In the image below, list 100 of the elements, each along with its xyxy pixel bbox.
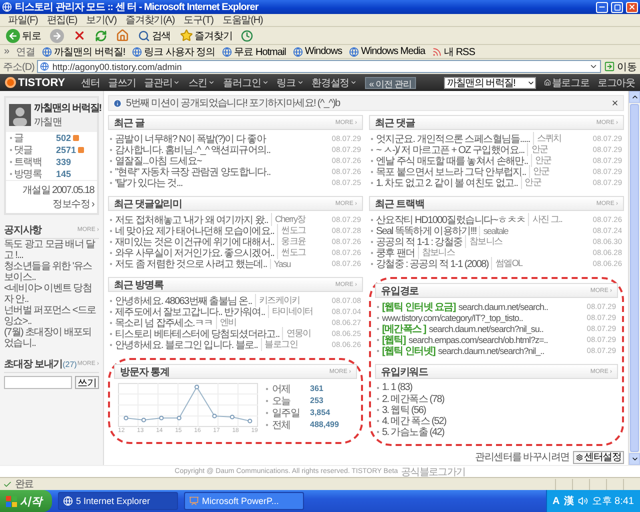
taskbar-button[interactable]: Microsoft PowerP... xyxy=(184,492,304,510)
link-item[interactable]: Windows Media xyxy=(348,46,426,57)
entry-link[interactable]: 와우 사무실이 저거인가요. 좋으시겠어.. xyxy=(115,246,274,260)
entry-link[interactable]: 5. 가슴노출 (42) xyxy=(382,424,444,438)
entry-link[interactable]: 저도 접처해놓고 '내가 왜 여기까지 왔.. xyxy=(115,212,268,226)
invite-field[interactable] xyxy=(4,376,72,389)
nav-item[interactable]: 스킨 xyxy=(188,76,216,90)
menu-item[interactable]: 편집(E) xyxy=(46,13,78,27)
entry-link[interactable]: 재미있는 것은 이건규에 위기에 대해서.. xyxy=(115,234,274,248)
nav-item[interactable]: 센터 xyxy=(81,76,100,90)
entry-link[interactable]: 안녕하세요. 48063번째 출불님 온.. xyxy=(115,294,252,308)
stat-value: 3,854 xyxy=(310,408,330,417)
stat-label: 전체 xyxy=(272,418,292,432)
menu-item[interactable]: 즐겨찾기(A) xyxy=(125,13,175,27)
scroll-down-button[interactable] xyxy=(629,453,640,465)
referrer-url[interactable]: search.daum.net/search?nil_.. xyxy=(438,346,544,356)
address-field[interactable]: http://agony00.tistory.com/admin xyxy=(37,60,601,73)
edit-info-link[interactable]: 정보수정 › xyxy=(52,197,94,211)
entry-link[interactable]: '탈'가 있다는 것... xyxy=(115,176,182,190)
entry-link[interactable]: 2. 메간폭스 (78) xyxy=(382,392,444,406)
notice-link[interactable]: 독도 광고 모금 배너 달고 !... xyxy=(4,239,99,261)
entry-link[interactable]: 3. 웹틱 (56) xyxy=(382,402,426,416)
nav-item[interactable]: 링크 xyxy=(276,76,304,90)
toolbar-overflow[interactable]: » xyxy=(4,46,10,57)
entry-author: 썬도그 xyxy=(277,224,306,237)
referrer-url[interactable]: search.daum.net/search.. xyxy=(458,302,548,312)
entry-link[interactable]: 공공의 적 1-1 : 강철중 xyxy=(376,234,462,248)
forward-button[interactable] xyxy=(48,28,66,42)
entry-author: 썬도그 xyxy=(277,246,306,259)
menu-item[interactable]: 보기(V) xyxy=(86,13,116,27)
favorites-button[interactable]: 즐겨찾기 xyxy=(178,28,234,42)
entry-link[interactable]: 제주도에서 잘보고갑니다.. 반가워여.. xyxy=(115,304,265,318)
entry-link[interactable]: 강철중 : 공공의 적 1-1 (2008) xyxy=(376,256,488,270)
chevron-up-icon xyxy=(630,93,638,101)
entry-link[interactable]: 저도 좀 저렴한 것으로 사려고 했는데.. xyxy=(115,256,267,270)
menu-item[interactable]: 도구(T) xyxy=(184,13,214,27)
entry-link[interactable]: Seal 똑똑하게 이용하기!!! xyxy=(376,224,476,238)
speaker-icon[interactable] xyxy=(578,496,588,506)
entry-link[interactable]: 1. 1 (83) xyxy=(382,382,412,393)
maximize-button[interactable] xyxy=(611,2,623,12)
referrer-url[interactable]: www.tistory.com/category/IT?_top_tisto.. xyxy=(382,312,523,322)
entry-link[interactable]: 안녕하세요. 블로그인 입니다. 블로.. xyxy=(115,338,258,352)
status-text: 완료 xyxy=(15,478,34,491)
notice-link[interactable]: 넌버벌 퍼포먼스 <드로잉쇼>.. xyxy=(4,305,99,327)
entry-link[interactable]: ~ ㅅ-)/ 저 마르고픈 + OZ 구입했어요... xyxy=(376,142,524,156)
taskbar-button[interactable]: 5 Internet Explorer xyxy=(58,492,178,510)
minimize-button[interactable] xyxy=(596,2,608,12)
scroll-thumb[interactable] xyxy=(630,104,639,452)
center-settings-button[interactable]: 센터설정 xyxy=(573,450,624,464)
presentation-icon xyxy=(189,496,199,506)
notice-link[interactable]: 청소년들을 위한 '유스보이스.. xyxy=(4,261,99,283)
entry-link[interactable]: 곰발이 너무해? N이 폭발(?)이 다 좋아 xyxy=(115,132,266,146)
link-item[interactable]: 무료 Hotmail xyxy=(222,44,286,58)
nav-item[interactable]: 글쓰기 xyxy=(108,76,136,90)
entry-link[interactable]: 쿵후 팬더 xyxy=(376,246,415,260)
scroll-up-button[interactable] xyxy=(629,91,640,103)
link-item[interactable]: Windows xyxy=(292,46,342,57)
referrer-url[interactable]: search.daum.net/search?nil_su.. xyxy=(428,324,544,334)
entry-link[interactable]: 열잘질...아침 드세요~ xyxy=(115,154,202,168)
blog-select[interactable]: 까칠맨의 버럭질! xyxy=(444,76,536,88)
entry-link[interactable]: 목소리 넘 잡주세소.ㅋㅋ xyxy=(115,316,213,330)
entry-author: 엔비 xyxy=(216,316,236,329)
entry-link[interactable]: 엇지군요. 개인적으론 스페스혈님들..... xyxy=(376,132,530,146)
notice-link[interactable]: <네비야> 이벤트 당첨자 안.. xyxy=(4,283,99,305)
close-button[interactable] xyxy=(626,2,638,12)
entry-link[interactable]: 감사합니다. 홈비님..^_^ 액션피규어의.. xyxy=(115,142,270,156)
globe-icon xyxy=(63,496,73,506)
stat-label: 방명록 xyxy=(14,168,43,181)
referrer-url[interactable]: search.empas.com/search/ob.html?z=.. xyxy=(408,334,548,344)
notice-link[interactable]: (7월) 초대장이 배포되었습니.. xyxy=(4,327,99,349)
go-button[interactable]: 이동 xyxy=(604,60,637,74)
previous-admin-button[interactable]: « 이전 관리 xyxy=(365,76,416,88)
write-button[interactable]: 쓰기 xyxy=(74,376,99,389)
entry-link[interactable]: "현략" 자동차 극장 관람권 양도합니다.. xyxy=(115,164,270,178)
entry-link[interactable]: 산요작티 HD1000질렀습니다~ㅎㅊㅊ xyxy=(376,212,526,226)
back-button[interactable]: 뒤로 xyxy=(4,28,43,42)
link-item[interactable]: 링크 사용자 정의 xyxy=(132,44,216,58)
entry-link[interactable]: 네 맞아요 제가 태어나던해 모습이에요.. xyxy=(115,224,274,238)
entry-link[interactable]: 4. 메간 폭스 (52) xyxy=(382,414,446,428)
logout-link[interactable]: 로그아웃 xyxy=(597,76,635,90)
menu-item[interactable]: 파일(F) xyxy=(8,13,38,27)
search-button[interactable]: 검색 xyxy=(136,28,173,42)
history-button[interactable] xyxy=(239,30,256,42)
globe-icon xyxy=(348,46,359,56)
link-item[interactable]: 내 RSS xyxy=(432,44,475,58)
info-icon xyxy=(113,98,122,108)
close-icon[interactable] xyxy=(611,99,619,107)
blog-link[interactable]: 블로그로 xyxy=(544,76,590,90)
entry-link[interactable]: 1. 차도 없고 2. 같이 볼 여친도 없고.. xyxy=(376,176,518,190)
entry-link[interactable]: 목포 붙으면서 보느라 그닥 안부럽지.. xyxy=(376,164,526,178)
nav-item[interactable]: 환경설정 xyxy=(312,76,358,90)
entry-link[interactable]: 티스토리 베타테스터에 당첨되셨더라고.. xyxy=(115,326,280,340)
search-keyword[interactable]: [웹틱 인터넷 요금] xyxy=(382,300,456,314)
nav-item[interactable]: 플러그인 xyxy=(223,76,269,90)
stat-value: 2571 xyxy=(56,145,76,155)
entry-link[interactable]: 엔날 주식 매도할 때를 놓쳐서 손해만.. xyxy=(376,154,528,168)
link-item[interactable]: 까칠맨의 버럭질! xyxy=(42,44,126,58)
nav-item[interactable]: 글관리 xyxy=(144,76,180,90)
search-keyword[interactable]: [메간폭스 ] xyxy=(382,322,426,336)
menu-item[interactable]: 도움말(H) xyxy=(222,13,263,27)
